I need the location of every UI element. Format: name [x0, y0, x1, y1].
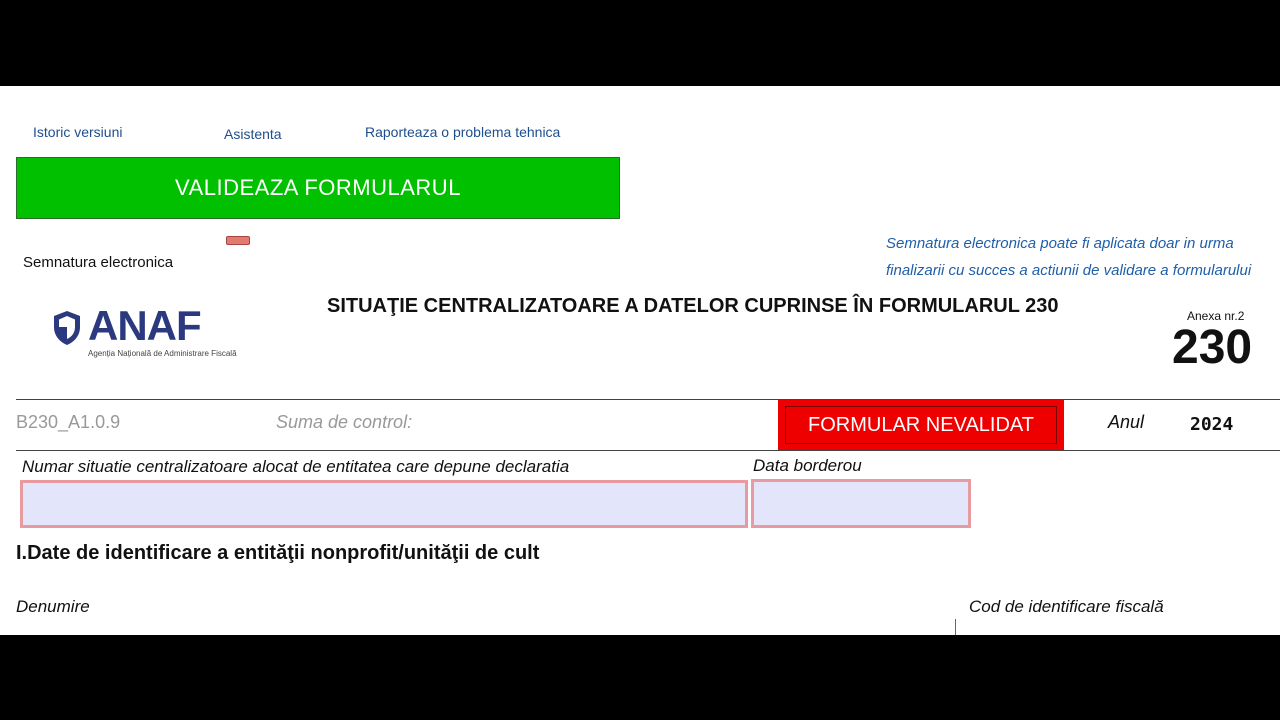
validate-form-button[interactable]: VALIDEAZA FORMULARUL	[16, 157, 620, 219]
signature-field-icon[interactable]	[226, 236, 250, 245]
form-page: Istoric versiuni Asistenta Raporteaza o …	[0, 86, 1280, 635]
situation-number-label: Numar situatie centralizatoare alocat de…	[22, 457, 570, 476]
history-link[interactable]: Istoric versiuni	[33, 124, 122, 140]
divider-top	[16, 399, 1280, 400]
logo-subtitle: Agenția Națională de Administrare Fiscal…	[88, 349, 237, 358]
situation-number-input[interactable]	[20, 480, 748, 528]
signature-label: Semnatura electronica	[23, 254, 174, 271]
page-title: SITUAŢIE CENTRALIZATOARE A DATELOR CUPRI…	[327, 295, 1059, 317]
borderou-date-input[interactable]	[751, 479, 971, 528]
borderou-date-label: Data borderou	[753, 456, 862, 475]
name-label: Denumire	[16, 597, 90, 616]
form-number: 230	[1172, 321, 1253, 374]
status-text: FORMULAR NEVALIDAT	[785, 406, 1057, 444]
anaf-logo: ANAF Agenția Națională de Administrare F…	[52, 302, 252, 364]
divider-bottom	[16, 450, 1280, 451]
section-title: I.Date de identificare a entităţii nonpr…	[16, 542, 540, 564]
year-label: Anul	[1108, 412, 1145, 432]
year-value: 2024	[1190, 414, 1234, 435]
cif-label: Cod de identificare fiscală	[969, 597, 1164, 616]
cif-field-border	[955, 619, 956, 635]
signature-note-line2: finalizarii cu succes a actiunii de vali…	[886, 262, 1252, 279]
signature-note-line1: Semnatura electronica poate fi aplicata …	[886, 235, 1234, 252]
control-sum-label: Suma de control:	[276, 412, 413, 432]
shield-icon	[54, 311, 80, 345]
form-version: B230_A1.0.9	[16, 412, 121, 432]
report-problem-link[interactable]: Raporteaza o problema tehnica	[365, 124, 560, 140]
status-badge: FORMULAR NEVALIDAT	[778, 400, 1064, 450]
logo-wordmark: ANAF	[88, 302, 202, 349]
assistance-link[interactable]: Asistenta	[224, 126, 282, 142]
